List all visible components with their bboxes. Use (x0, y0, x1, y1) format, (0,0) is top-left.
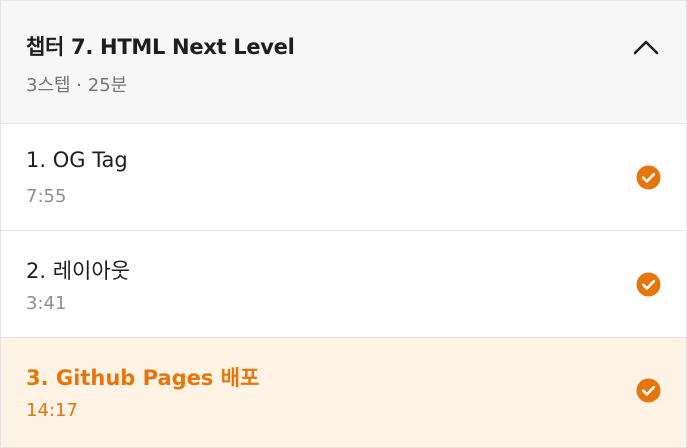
lecture-title: 3. Github Pages 배포 (26, 366, 260, 390)
curriculum-panel: 챕터 7. HTML Next Level 3스텝 · 25분 1. OG Ta… (0, 0, 687, 448)
lecture-item-3[interactable]: 3. Github Pages 배포 14:17 (1, 338, 686, 448)
lecture-duration: 3:41 (26, 293, 67, 314)
chapter-title: 챕터 7. HTML Next Level (26, 35, 295, 59)
lecture-item-1[interactable]: 1. OG Tag 7:55 (1, 124, 686, 231)
lecture-title: 1. OG Tag (26, 148, 128, 172)
chapter-header[interactable]: 챕터 7. HTML Next Level 3스텝 · 25분 (1, 0, 686, 124)
lecture-item-2[interactable]: 2. 레이아웃 3:41 (1, 231, 686, 338)
chevron-up-icon (633, 40, 659, 55)
lecture-duration: 7:55 (26, 186, 67, 207)
chapter-meta: 3스텝 · 25분 (26, 75, 128, 96)
lecture-title: 2. 레이아웃 (26, 259, 130, 283)
lecture-duration: 14:17 (26, 400, 78, 421)
collapse-toggle-button[interactable] (632, 35, 660, 59)
check-circle-icon (636, 378, 661, 403)
check-circle-icon (636, 272, 661, 297)
check-circle-icon (636, 165, 661, 190)
